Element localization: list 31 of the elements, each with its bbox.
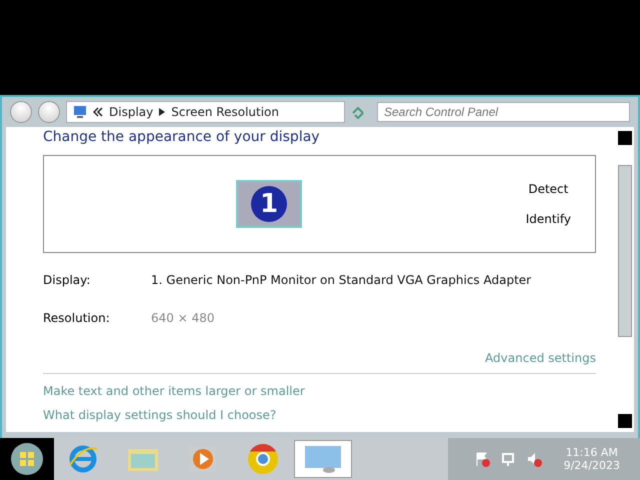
breadcrumb[interactable]: Screen Resolution: [171, 105, 280, 119]
network-icon[interactable]: [500, 451, 516, 467]
search-field[interactable]: Search Control Panel: [377, 102, 630, 122]
scrollbar-thumb[interactable]: [618, 165, 632, 337]
monitor-thumbnail[interactable]: 1: [236, 180, 302, 228]
breadcrumb[interactable]: Display: [109, 105, 154, 119]
chrome-icon: [247, 443, 279, 475]
back-button[interactable]: [10, 101, 32, 123]
taskbar-app-button[interactable]: [294, 440, 352, 478]
monitor-icon: [73, 105, 87, 119]
orb-icon: [10, 442, 44, 476]
e-icon: [67, 443, 99, 475]
monitor-icon: [303, 444, 343, 474]
field-label: Resolution:: [43, 311, 111, 325]
address-bar[interactable]: Display Screen Resolution: [66, 101, 345, 123]
speaker-muted-icon[interactable]: [526, 451, 542, 467]
chevrons-left-icon: [93, 107, 103, 117]
field-label: Display:: [43, 273, 92, 287]
refresh-icon[interactable]: [351, 105, 365, 119]
monitor-number: 1: [251, 186, 287, 222]
flag-icon[interactable]: [474, 451, 490, 467]
field-value[interactable]: 1. Generic Non-PnP Monitor on Standard VGA Graphics Adapter: [151, 273, 532, 287]
action-button[interactable]: Identify: [522, 210, 575, 228]
triangle-right-icon: [159, 108, 166, 116]
forward-button[interactable]: [38, 101, 60, 123]
clock-time: 11:16 AM: [566, 446, 618, 459]
action-button[interactable]: Detect: [524, 180, 572, 198]
start-button[interactable]: [0, 438, 54, 480]
play-icon: [189, 445, 217, 473]
clock-date: 9/24/2023: [564, 459, 620, 472]
page-heading: Change the appearance of your display: [43, 129, 321, 145]
